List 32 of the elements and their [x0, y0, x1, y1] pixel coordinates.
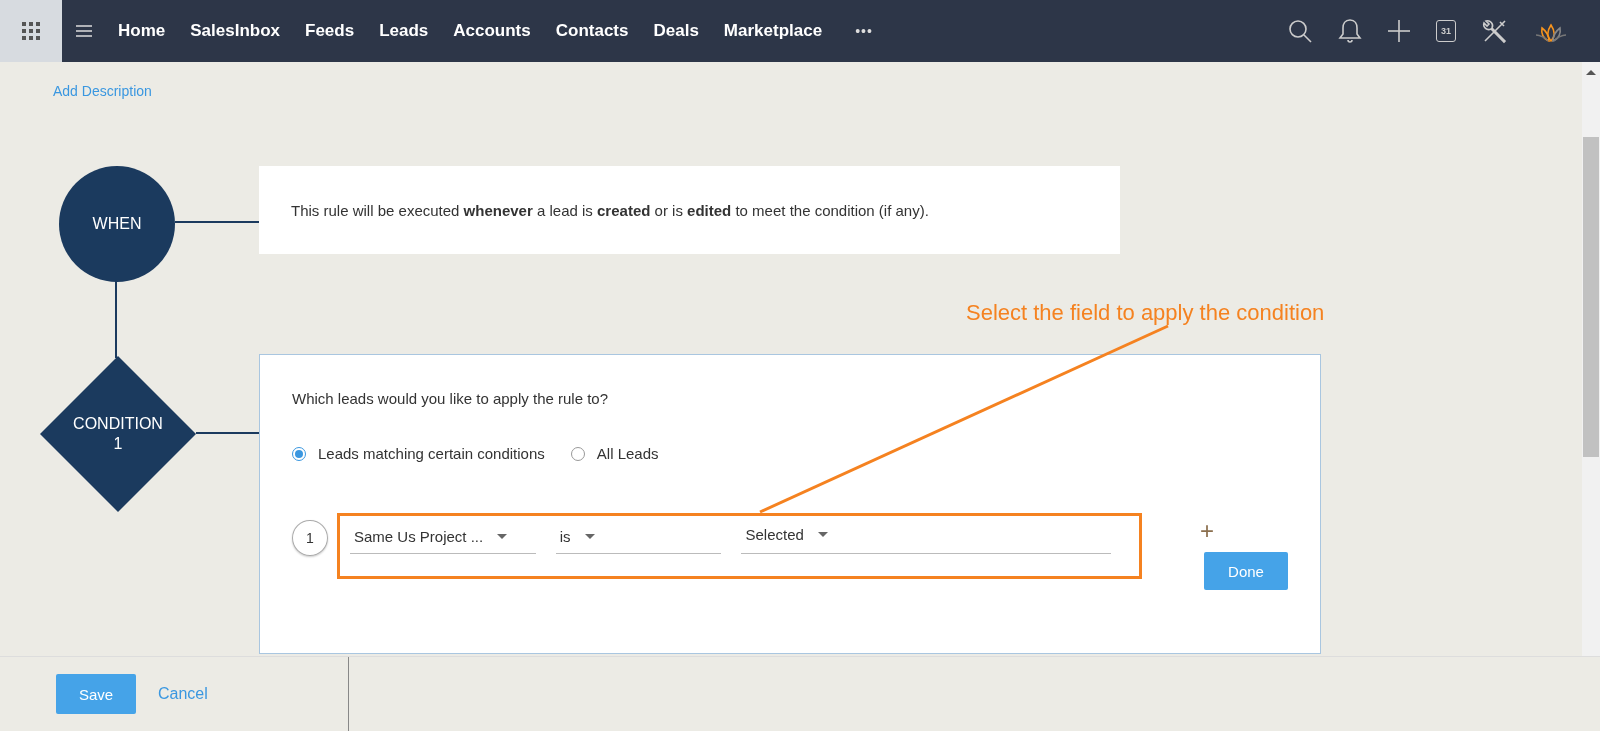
plus-icon[interactable] [1388, 20, 1410, 42]
connector-line [196, 432, 259, 434]
nav-link[interactable]: Contacts [555, 21, 629, 41]
dropdown-field[interactable]: is [555, 520, 722, 554]
option-label[interactable]: Leads matching certain conditions [318, 445, 545, 462]
scroll-up-icon[interactable] [1586, 70, 1596, 75]
scrollbar[interactable] [1582, 62, 1600, 656]
nav-link[interactable]: Deals [653, 21, 699, 41]
node-label: CONDITION [73, 415, 163, 433]
add-condition-button[interactable]: + [1200, 520, 1214, 542]
dropdown-field[interactable]: Selected [741, 520, 1111, 554]
question-text: Which leads would you like to apply the rule to? [292, 390, 609, 407]
node-label: 1 [113, 435, 123, 453]
option-label[interactable]: All Leads [596, 445, 659, 462]
when-node: WHEN [59, 166, 175, 282]
nav-link[interactable]: Home [118, 21, 166, 41]
nav-link[interactable]: SalesInbox [190, 21, 280, 41]
menu-icon[interactable] [76, 25, 92, 37]
annotation-text: Select the field to apply the condition [966, 300, 1325, 326]
apps-grid-icon[interactable] [0, 0, 62, 62]
calendar-icon[interactable]: 31 [1436, 20, 1456, 42]
more-menu[interactable]: ••• [855, 23, 873, 39]
nav-link[interactable]: Marketplace [723, 21, 823, 41]
nav-link[interactable]: Feeds [305, 21, 355, 41]
dropdown-field[interactable]: Same Us Project ... [349, 520, 536, 554]
search-icon[interactable] [1288, 19, 1312, 43]
bell-icon[interactable] [1338, 18, 1362, 44]
scrollbar-thumb[interactable] [1583, 137, 1599, 457]
tools-icon[interactable] [1482, 18, 1508, 44]
nav-link[interactable]: Accounts [453, 21, 531, 41]
rule-description: This rule will be executed whenever a lead is created or is edited to meet the condition (if any). [291, 201, 929, 219]
nav-link[interactable]: Leads [379, 21, 429, 41]
